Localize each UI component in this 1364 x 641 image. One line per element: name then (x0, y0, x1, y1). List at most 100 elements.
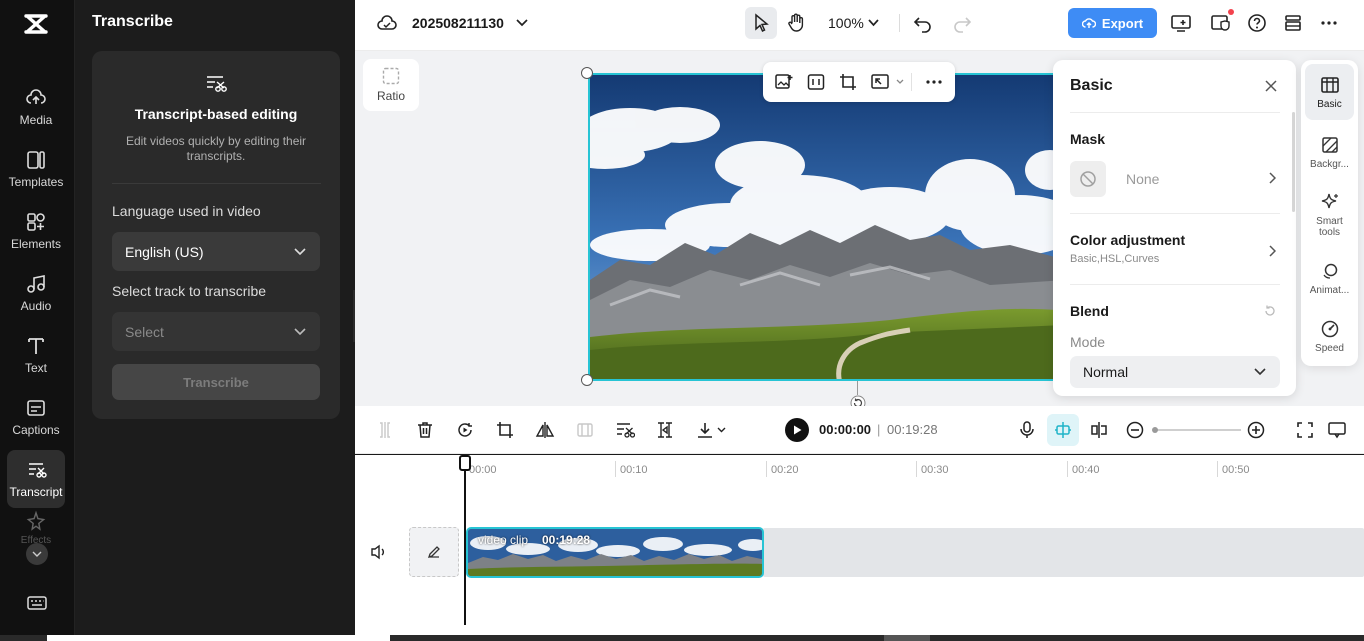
timeline[interactable]: 00:00 00:10 00:20 00:30 00:40 00:50 vide… (355, 455, 1364, 635)
ruler-tick (1217, 461, 1218, 477)
cloud-sync-icon[interactable] (377, 14, 397, 32)
present-icon[interactable] (1170, 12, 1192, 34)
color-adjustment-heading[interactable]: Color adjustment (1070, 232, 1185, 248)
keyboard-icon[interactable] (26, 593, 48, 613)
chevron-down-icon[interactable] (516, 19, 528, 27)
mask-value[interactable]: None (1126, 171, 1159, 187)
nav-item-elements[interactable]: Elements (7, 202, 65, 260)
more-icon[interactable] (1318, 12, 1340, 34)
background-icon (1320, 135, 1340, 155)
reset-icon[interactable] (1263, 304, 1277, 318)
export-button[interactable]: Export (1068, 8, 1157, 38)
nav-item-transcript[interactable]: Transcript (7, 450, 65, 508)
download-icon[interactable] (695, 420, 715, 440)
nav-item-captions[interactable]: Captions (7, 388, 65, 446)
close-icon[interactable] (1264, 79, 1278, 93)
nav-item-effects[interactable]: Effects (7, 510, 65, 546)
picture-in-picture-icon[interactable] (870, 72, 890, 92)
freeze-frame-icon[interactable] (455, 420, 475, 440)
notification-dot (1228, 9, 1234, 15)
scrollbar-thumb[interactable] (884, 635, 930, 641)
playhead-handle[interactable] (459, 455, 471, 471)
blend-mode-select[interactable]: Normal (1070, 356, 1280, 388)
scrollbar-segment (47, 635, 390, 641)
crop-icon[interactable] (838, 72, 858, 92)
delete-icon[interactable] (415, 420, 435, 440)
card-description: Edit videos quickly by editing their tra… (112, 134, 320, 164)
panel-title: Transcribe (92, 13, 173, 31)
shield-check-icon[interactable] (1210, 12, 1232, 34)
elements-icon (25, 211, 47, 233)
frame-icon[interactable] (806, 72, 826, 92)
color-adjustment-sub: Basic,HSL,Curves (1070, 253, 1159, 265)
hand-icon[interactable] (785, 12, 807, 34)
rail-item-basic[interactable]: Basic (1305, 64, 1354, 120)
play-button[interactable] (785, 418, 809, 442)
rail-label-background: Backgr... (1310, 159, 1349, 170)
cover-edit-button[interactable] (409, 527, 459, 577)
fullscreen-icon[interactable] (1295, 420, 1315, 440)
pointer-icon[interactable] (750, 12, 772, 34)
help-icon[interactable] (1246, 12, 1268, 34)
captions-icon (25, 397, 47, 419)
rail-item-animation[interactable]: Animat... (1305, 250, 1354, 306)
magnet-snap-icon[interactable] (1053, 420, 1073, 440)
redo-icon[interactable] (951, 12, 973, 34)
chevron-right-icon[interactable] (1269, 172, 1276, 184)
project-name[interactable]: 202508211130 (412, 15, 504, 31)
language-label: Language used in video (112, 203, 261, 219)
playhead[interactable] (464, 455, 466, 625)
resize-handle-top-left[interactable] (581, 67, 593, 79)
nav-label-elements: Elements (11, 237, 61, 251)
chevron-right-icon[interactable] (1269, 245, 1276, 257)
transcribe-button[interactable]: Transcribe (112, 364, 320, 400)
nav-item-templates[interactable]: Templates (7, 140, 65, 198)
zoom-slider-thumb[interactable] (1152, 427, 1158, 433)
rail-item-background[interactable]: Backgr... (1305, 124, 1354, 180)
language-select[interactable]: English (US) (112, 232, 320, 271)
bottom-scrollbar[interactable] (0, 635, 1364, 641)
chevron-down-icon[interactable] (717, 427, 726, 433)
split-icon[interactable] (375, 420, 395, 440)
chevron-down-icon[interactable] (868, 19, 879, 27)
mirror-icon[interactable] (575, 420, 595, 440)
comment-icon[interactable] (1327, 420, 1347, 440)
transcript-icon[interactable] (615, 420, 635, 440)
cloud-upload-icon (1082, 17, 1096, 29)
speaker-icon[interactable] (370, 544, 388, 560)
nav-item-text[interactable]: Text (7, 326, 65, 384)
toolbar-divider (911, 73, 912, 91)
track-empty-area[interactable] (763, 528, 1364, 577)
nav-item-media[interactable]: Media (7, 78, 65, 136)
more-icon[interactable] (924, 72, 944, 92)
chevron-down-icon[interactable] (896, 79, 904, 85)
ruler-tick (1067, 461, 1068, 477)
trim-icon[interactable] (655, 420, 675, 440)
ratio-button[interactable]: Ratio (363, 59, 419, 111)
rail-item-smart-tools[interactable]: Smart tools (1305, 184, 1354, 246)
video-clip[interactable]: video clip 00:19:28 (466, 527, 764, 578)
video-preview[interactable] (588, 73, 1064, 381)
replace-image-icon[interactable] (774, 72, 794, 92)
rail-item-speed[interactable]: Speed (1305, 308, 1354, 364)
crop-icon[interactable] (495, 420, 515, 440)
undo-icon[interactable] (912, 12, 934, 34)
layers-icon[interactable] (1282, 12, 1304, 34)
export-label: Export (1102, 16, 1143, 31)
split-screen-icon[interactable] (1089, 420, 1109, 440)
track-select[interactable]: Select (112, 312, 320, 351)
zoom-slider-track[interactable] (1153, 429, 1241, 431)
props-scrollbar[interactable] (1292, 112, 1295, 212)
zoom-out-icon[interactable] (1125, 420, 1145, 440)
rotate-handle-line (857, 381, 858, 395)
microphone-icon[interactable] (1017, 420, 1037, 440)
mask-thumbnail[interactable] (1070, 161, 1106, 197)
nav-item-audio[interactable]: Audio (7, 264, 65, 322)
resize-handle-bottom-left[interactable] (581, 374, 593, 386)
zoom-in-icon[interactable] (1246, 420, 1266, 440)
flip-icon[interactable] (535, 420, 555, 440)
nav-expand-button[interactable] (26, 543, 48, 565)
capcut-logo-icon[interactable] (22, 10, 50, 38)
ruler-label: 00:00 (469, 464, 497, 476)
zoom-level[interactable]: 100% (828, 15, 864, 31)
